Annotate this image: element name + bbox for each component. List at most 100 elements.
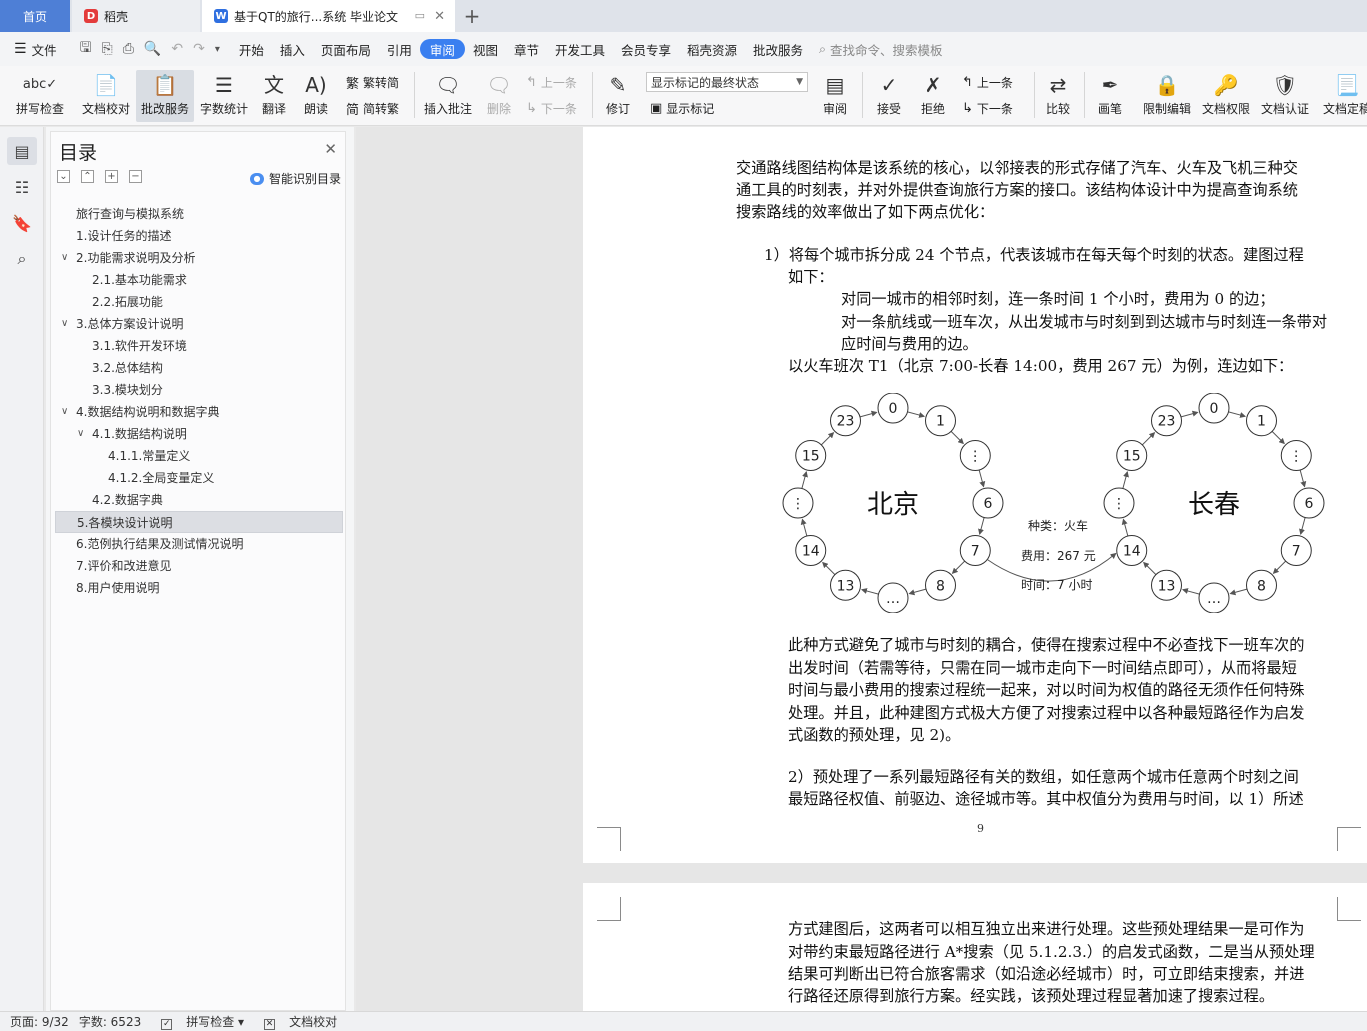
toc-item[interactable]: ∨ 3.总体方案设计说明: [55, 313, 343, 335]
doc-certify-button[interactable]: 🛡 文档认证: [1258, 70, 1312, 122]
redo-icon[interactable]: ↷: [188, 41, 210, 57]
tab-home[interactable]: 首页: [0, 0, 70, 32]
page-number: 9: [977, 822, 984, 835]
toc-item[interactable]: 5.各模块设计说明: [55, 511, 343, 533]
expand-all-icon[interactable]: ⌃: [81, 170, 94, 183]
undo-icon[interactable]: ↶: [166, 41, 188, 57]
toc-item[interactable]: 4.1.2.全局变量定义: [55, 467, 343, 489]
crop-mark: [1337, 897, 1361, 921]
read-aloud-button[interactable]: A) 朗读: [300, 70, 332, 122]
search-icon[interactable]: ⌕: [7, 245, 37, 273]
markup-state-select[interactable]: 显示标记的最终状态 ▼: [646, 72, 808, 92]
toc-item[interactable]: 3.1.软件开发环境: [55, 335, 343, 357]
chevron-down-icon[interactable]: ∨: [77, 423, 84, 445]
menu-correction-service[interactable]: 批改服务: [745, 39, 811, 59]
quick-access-more-icon[interactable]: ▾: [210, 44, 225, 55]
toc-item[interactable]: 旅行查询与模拟系统: [55, 203, 343, 225]
toc-panel-icon[interactable]: ▤: [7, 137, 37, 165]
chevron-down-icon[interactable]: ∨: [61, 247, 68, 269]
collapse-all-icon[interactable]: ⌄: [57, 170, 70, 183]
compare-button[interactable]: ⇄ 比较: [1040, 70, 1076, 122]
toc-item[interactable]: ∨ 4.数据结构说明和数据字典: [55, 401, 343, 423]
reject-change-button[interactable]: ✗ 拒绝: [914, 70, 952, 122]
close-icon[interactable]: ✕: [324, 140, 337, 158]
outline-icon[interactable]: ☷: [7, 173, 37, 201]
doc-proofread-button[interactable]: 📄 文档校对: [78, 70, 134, 122]
toc-item[interactable]: ∨ 2.功能需求说明及分析: [55, 247, 343, 269]
menu-view[interactable]: 视图: [465, 39, 506, 59]
spell-check-button[interactable]: abc✓ 拼写检查: [8, 70, 72, 122]
insert-comment-button[interactable]: 🗨 插入批注: [422, 70, 474, 122]
proofread-toggle[interactable]: ✕ 文档校对: [254, 1013, 337, 1030]
track-changes-button[interactable]: ✎ 修订: [600, 70, 636, 122]
page-indicator[interactable]: 页面: 9/32: [10, 1013, 69, 1030]
toc-item[interactable]: 3.2.总体结构: [55, 357, 343, 379]
restrict-editing-button[interactable]: 🔒 限制编辑: [1140, 70, 1194, 122]
toc-item[interactable]: 7.评价和改进意见: [55, 555, 343, 577]
next-change-button[interactable]: ↳ 下一条: [962, 97, 1013, 119]
tab-daoke[interactable]: D 稻壳: [72, 0, 200, 32]
review-pane-button[interactable]: ▤ 审阅: [815, 70, 855, 122]
print-icon[interactable]: ⎙: [118, 41, 139, 57]
toc-item[interactable]: 1.设计任务的描述: [55, 225, 343, 247]
menu-daoke-resources[interactable]: 稻壳资源: [679, 39, 745, 59]
toc-item[interactable]: 4.1.1.常量定义: [55, 445, 343, 467]
toc-item[interactable]: 4.2.数据字典: [55, 489, 343, 511]
correction-service-button[interactable]: 📋 批改服务: [136, 70, 194, 122]
document-page[interactable]: 交通路线图结构体是该系统的核心，以邻接表的形式存储了汽车、火车及飞机三种交 通工…: [583, 127, 1367, 863]
print-preview-icon[interactable]: 🔍: [139, 41, 166, 57]
menu-start[interactable]: 开始: [231, 39, 272, 59]
tab-document[interactable]: W 基于QT的旅行...系统 毕业论文 ▭ ✕: [202, 0, 455, 32]
toc-item[interactable]: 2.2.拓展功能: [55, 291, 343, 313]
remove-heading-icon[interactable]: −: [129, 170, 142, 183]
close-tab-icon[interactable]: ✕: [434, 9, 445, 24]
doc-finalize-button[interactable]: 📃 文档定稿: [1320, 70, 1367, 122]
trad-to-simp-button[interactable]: 繁繁转简: [346, 71, 399, 93]
doc-permission-button[interactable]: 🔑 文档权限: [1199, 70, 1253, 122]
word-count-indicator[interactable]: 字数: 6523: [79, 1013, 141, 1030]
translate-button[interactable]: 文翻译: [256, 70, 292, 122]
toc-item[interactable]: 3.3.模块划分: [55, 379, 343, 401]
add-heading-icon[interactable]: +: [105, 170, 118, 183]
chevron-down-icon[interactable]: ∨: [61, 313, 68, 335]
toc-item-label: 4.数据结构说明和数据字典: [76, 405, 220, 419]
beijing-time-node: 8: [925, 569, 956, 601]
menu-member[interactable]: 会员专享: [613, 39, 679, 59]
new-tab-button[interactable]: +: [462, 0, 482, 32]
toc-item[interactable]: 2.1.基本功能需求: [55, 269, 343, 291]
next-comment-button[interactable]: ↳ 下一条: [526, 97, 577, 119]
svg-text:8: 8: [936, 578, 945, 594]
tab-pin-icon[interactable]: ▭: [415, 9, 425, 22]
document-page[interactable]: 方式建图后，这两者可以相互独立出来进行处理。这些预处理结果一是可作为 对带约束最…: [583, 883, 1367, 1011]
save-icon[interactable]: 🖫: [75, 37, 97, 61]
beijing-time-node: 13: [830, 569, 861, 601]
word-count-button[interactable]: ☰ 字数统计: [198, 70, 250, 122]
delete-comment-button[interactable]: 🗨 删除: [480, 70, 518, 122]
menu-references[interactable]: 引用: [379, 39, 420, 59]
spell-check-toggle[interactable]: ✓ 拼写检查 ▾: [151, 1013, 244, 1030]
menu-page-layout[interactable]: 页面布局: [313, 39, 379, 59]
prev-change-button[interactable]: ↰ 上一条: [962, 71, 1013, 93]
command-search[interactable]: ⌕ 查找命令、搜索模板: [811, 39, 951, 59]
toc-item-label: 3.总体方案设计说明: [76, 317, 184, 331]
menu-review[interactable]: 审阅: [419, 39, 465, 59]
show-markup-button[interactable]: ▣ 显示标记: [650, 97, 714, 119]
bookmark-icon[interactable]: 🔖: [7, 209, 37, 237]
toc-item[interactable]: 8.用户使用说明: [55, 577, 343, 599]
changchun-time-edge: [1141, 432, 1156, 446]
simp-to-trad-button[interactable]: 简简转繁: [346, 97, 399, 119]
delete-comment-icon: 🗨: [486, 73, 512, 97]
export-pdf-icon[interactable]: ⎘: [97, 41, 118, 57]
chevron-down-icon[interactable]: ∨: [61, 401, 68, 423]
file-menu[interactable]: ☰ 文件: [0, 39, 65, 59]
menu-insert[interactable]: 插入: [272, 39, 313, 59]
document-canvas[interactable]: 交通路线图结构体是该系统的核心，以邻接表的形式存储了汽车、火车及飞机三种交 通工…: [356, 127, 1367, 1011]
toc-item[interactable]: 6.范例执行结果及测试情况说明: [55, 533, 343, 555]
accept-change-button[interactable]: ✓ 接受: [870, 70, 908, 122]
menu-developer[interactable]: 开发工具: [547, 39, 613, 59]
smart-toc-button[interactable]: ● 智能识别目录: [249, 170, 341, 187]
toc-item[interactable]: ∨ 4.1.数据结构说明: [55, 423, 343, 445]
pen-button[interactable]: ✒ 画笔: [1092, 70, 1128, 122]
menu-chapter[interactable]: 章节: [506, 39, 547, 59]
prev-comment-button[interactable]: ↰ 上一条: [526, 71, 577, 93]
